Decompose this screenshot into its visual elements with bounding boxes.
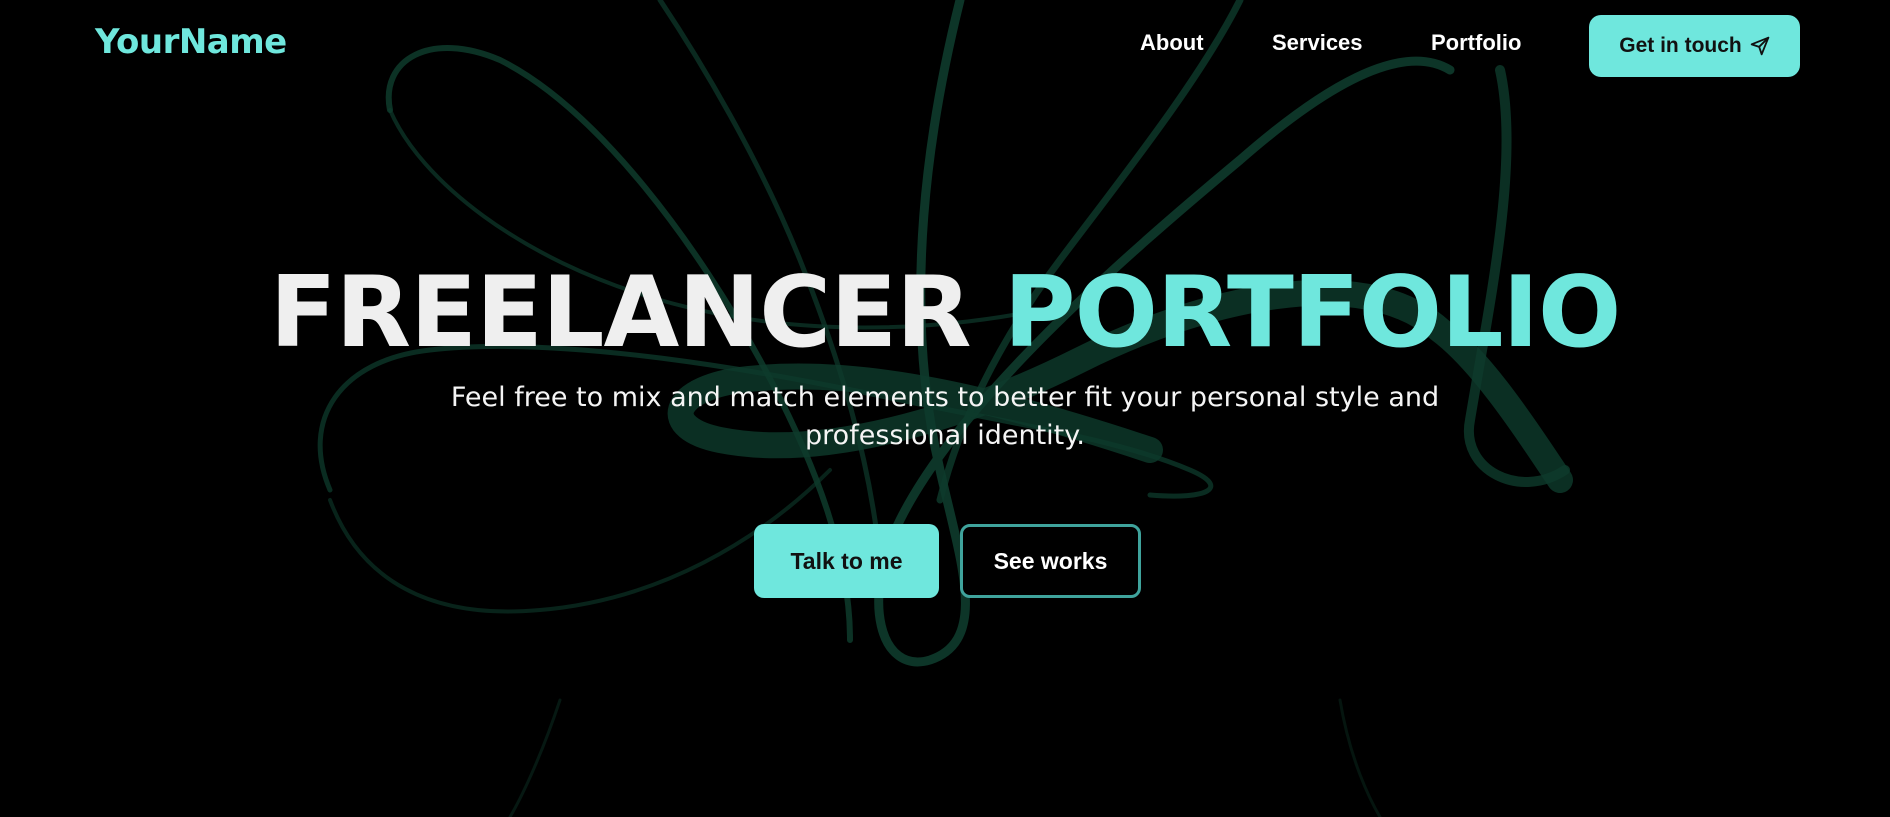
hero-title-portfolio: PORTFOLIO [1003,256,1622,370]
hero-section: FREELANCER PORTFOLIO Feel free to mix an… [0,0,1890,817]
page: YourName About Services Portfolio Get in… [0,0,1890,817]
see-works-button[interactable]: See works [960,524,1141,598]
hero-title: FREELANCER PORTFOLIO [0,258,1890,368]
hero-title-freelancer: FREELANCER [269,256,1004,370]
talk-to-me-button[interactable]: Talk to me [754,524,939,598]
talk-to-me-label: Talk to me [790,547,903,574]
hero-subtitle: Feel free to mix and match elements to b… [450,382,1440,451]
see-works-label: See works [993,547,1108,574]
